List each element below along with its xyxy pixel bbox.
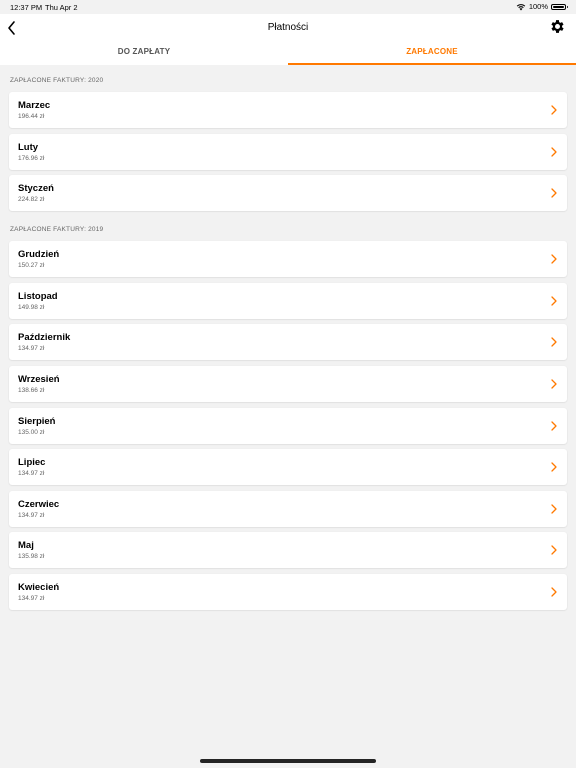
battery-icon <box>551 3 568 10</box>
month-label: Styczeń <box>18 183 54 195</box>
tab-unpaid[interactable]: DO ZAPŁATY <box>0 42 288 65</box>
amount-label: 149.98 zł <box>18 303 45 311</box>
tab-paid[interactable]: ZAPŁACONE <box>288 42 576 65</box>
battery-percent: 100% <box>528 2 548 11</box>
amount-label: 138.66 zł <box>18 386 45 394</box>
section-header: ZAPŁACONE FAKTURY: 2020 <box>10 77 104 84</box>
invoice-month-row[interactable]: Marzec 196.44 zł <box>9 92 567 128</box>
amount-label: 134.97 zł <box>18 511 45 519</box>
month-label: Wrzesień <box>18 373 60 385</box>
invoice-month-row[interactable]: Lipiec 134.97 zł <box>9 449 567 486</box>
month-label: Czerwiec <box>18 498 60 510</box>
invoice-month-row[interactable]: Wrzesień 138.66 zł <box>9 365 567 402</box>
month-label: Grudzień <box>18 249 60 261</box>
month-label: Sierpień <box>18 415 56 427</box>
month-label: Lipiec <box>18 457 46 469</box>
month-label: Maj <box>18 540 34 552</box>
amount-label: 224.82 zł <box>18 196 45 204</box>
chevron-right-icon <box>551 545 557 555</box>
status-indicators: 100% <box>516 2 568 11</box>
amount-label: 135.00 zł <box>18 428 45 436</box>
chevron-right-icon <box>551 296 557 306</box>
invoice-month-row[interactable]: Kwiecień 134.97 zł <box>9 573 567 610</box>
invoice-month-row[interactable]: Grudzień 150.27 zł <box>9 241 567 278</box>
invoice-month-row[interactable]: Listopad 149.98 zł <box>9 282 567 319</box>
invoice-month-row[interactable]: Czerwiec 134.97 zł <box>9 490 567 527</box>
invoice-month-row[interactable]: Luty 176.96 zł <box>9 133 567 170</box>
month-label: Listopad <box>18 290 58 302</box>
amount-label: 134.97 zł <box>18 345 45 353</box>
chevron-right-icon <box>551 379 557 389</box>
wifi-icon <box>516 3 526 10</box>
month-label: Luty <box>18 141 39 153</box>
nav-header: Płatności <box>0 14 576 42</box>
month-label: Październik <box>18 332 71 344</box>
chevron-right-icon <box>551 420 557 431</box>
month-label: Kwiecień <box>18 581 60 593</box>
status-bar: 12:37 PM Thu Apr 2 100% <box>0 0 576 14</box>
chevron-right-icon <box>551 337 557 348</box>
chevron-right-icon <box>551 587 557 597</box>
status-time: 12:37 PM <box>10 3 43 12</box>
invoice-month-row[interactable]: Październik 134.97 zł <box>9 324 567 361</box>
chevron-right-icon <box>551 146 557 157</box>
amount-label: 134.97 zł <box>18 470 45 478</box>
invoice-month-row[interactable]: Styczeń 224.82 zł <box>9 175 567 212</box>
amount-label: 135.98 zł <box>18 553 45 561</box>
home-indicator <box>200 759 376 763</box>
month-label: Marzec <box>18 100 51 111</box>
invoice-list: ZAPŁACONE FAKTURY: 2020 Marzec 196.44 zł Lu… <box>0 65 576 616</box>
invoice-month-row[interactable]: Maj 135.98 zł <box>9 532 567 569</box>
amount-label: 150.27 zł <box>18 262 45 270</box>
chevron-right-icon <box>551 254 557 264</box>
chevron-right-icon <box>551 105 557 115</box>
gear-icon[interactable] <box>549 18 566 35</box>
tab-bar: DO ZAPŁATY ZAPŁACONE <box>0 42 576 65</box>
amount-label: 134.97 zł <box>18 594 45 602</box>
amount-label: 196.44 zł <box>18 113 45 120</box>
chevron-right-icon <box>551 188 557 198</box>
status-date: Thu Apr 2 <box>45 3 78 12</box>
chevron-right-icon <box>551 504 557 514</box>
amount-label: 176.96 zł <box>18 154 45 162</box>
section-header: ZAPŁACONE FAKTURY: 2019 <box>10 226 104 234</box>
invoice-month-row[interactable]: Sierpień 135.00 zł <box>9 407 567 444</box>
chevron-right-icon <box>551 462 557 472</box>
page-title: Płatności <box>267 22 309 33</box>
